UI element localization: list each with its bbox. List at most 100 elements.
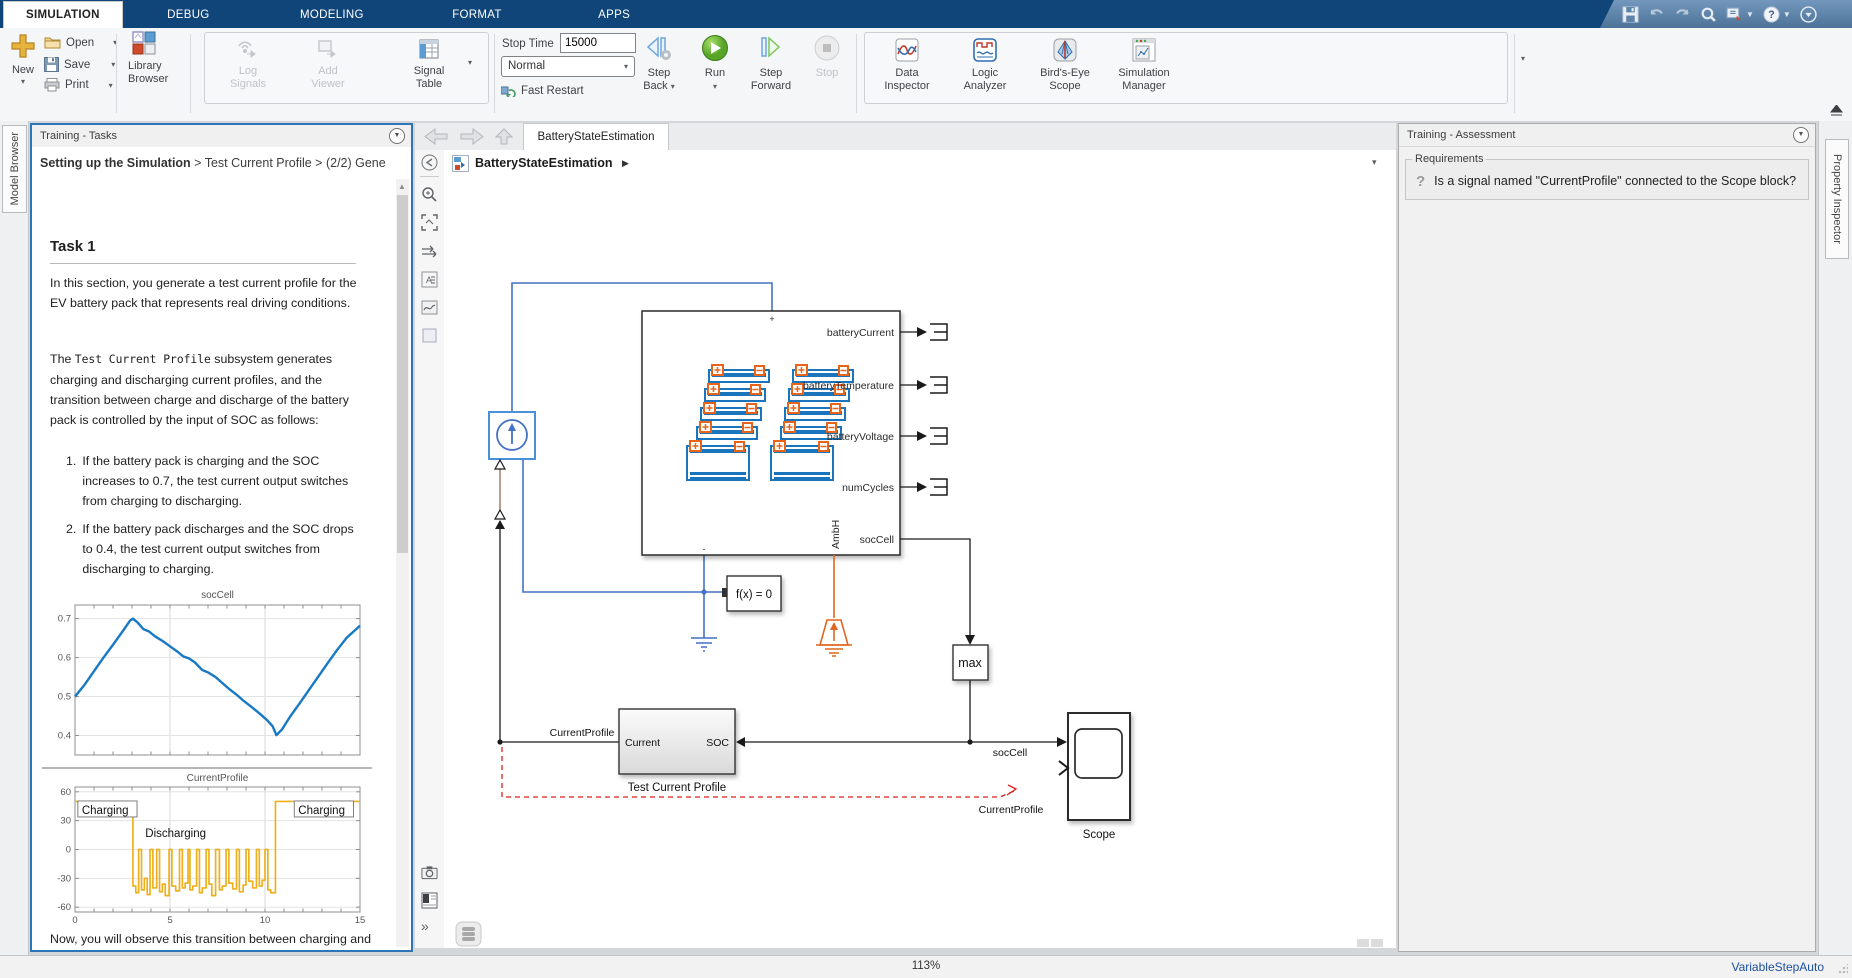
redo-icon[interactable] bbox=[1674, 6, 1691, 23]
search-icon[interactable] bbox=[1700, 6, 1717, 23]
property-inspector-tab[interactable]: Property Inspector bbox=[1825, 139, 1849, 259]
fast-restart-toggle[interactable]: Fast Restart bbox=[501, 84, 584, 97]
outport-batterycurrent[interactable] bbox=[900, 324, 947, 340]
current-control-wire[interactable] bbox=[495, 460, 505, 742]
step-forward-button[interactable]: StepForward bbox=[746, 34, 796, 93]
step-back-button[interactable]: StepBack ▾ bbox=[636, 34, 682, 93]
tasks-scrollbar[interactable]: ▲ bbox=[396, 179, 409, 947]
save-button[interactable]: Save▾ bbox=[44, 57, 115, 72]
tab-apps[interactable]: APPS bbox=[576, 2, 652, 28]
hide-explorer-icon[interactable] bbox=[421, 154, 438, 171]
main-area: Model Browser Training - Tasks ▼ Setting… bbox=[0, 121, 1852, 955]
tasks-scrollbar-thumb[interactable] bbox=[397, 195, 408, 553]
outport-numcycles[interactable] bbox=[900, 479, 947, 495]
assessment-panel-header[interactable]: Training - Assessment ▼ bbox=[1399, 124, 1815, 147]
zoom-in-icon[interactable] bbox=[421, 186, 438, 203]
stop-button[interactable]: Stop bbox=[806, 34, 848, 80]
currentprofile-signal-label[interactable]: CurrentProfile bbox=[550, 727, 615, 739]
sparkline-icon[interactable] bbox=[421, 299, 438, 316]
tab-debug[interactable]: DEBUG bbox=[145, 2, 231, 28]
outport-batterytemperature[interactable] bbox=[900, 377, 947, 393]
viewmark-icon[interactable] bbox=[421, 327, 438, 344]
tasks-collapse-icon[interactable]: ▼ bbox=[389, 128, 405, 144]
dock-expand-icon[interactable] bbox=[1830, 105, 1843, 116]
zoom-level: 113% bbox=[912, 960, 941, 972]
step-back-caret[interactable]: ▾ bbox=[671, 82, 675, 91]
minimize-toolstrip-icon[interactable] bbox=[1800, 6, 1817, 23]
open-folder-icon bbox=[44, 36, 61, 49]
birdseye-scope-button[interactable]: Bird's-EyeScope bbox=[1034, 38, 1096, 93]
ribbon-overflow-caret[interactable]: ▾ bbox=[1521, 54, 1525, 63]
scrollbar-corner[interactable] bbox=[1357, 939, 1383, 947]
task-paragraph-1: In this section, you generate a test cur… bbox=[50, 273, 375, 313]
open-button[interactable]: Open▾ bbox=[44, 36, 117, 49]
tab-simulation[interactable]: SIMULATION bbox=[3, 1, 123, 29]
svg-text:15: 15 bbox=[355, 915, 366, 924]
assessment-collapse-icon[interactable]: ▼ bbox=[1793, 127, 1809, 143]
svg-text:0.7: 0.7 bbox=[58, 614, 71, 625]
model-browser-tab[interactable]: Model Browser bbox=[2, 125, 27, 213]
doc-tab-batterystateestimation[interactable]: BatteryStateEstimation bbox=[523, 123, 669, 151]
new-caret[interactable]: ▾ bbox=[8, 77, 38, 86]
block-diagram: batteryCurrent batteryTemperature batter… bbox=[444, 178, 1396, 948]
max-block-label: max bbox=[958, 656, 982, 670]
stop-time-input[interactable] bbox=[560, 33, 636, 53]
soccell-wire[interactable] bbox=[745, 539, 1057, 742]
svg-text:30: 30 bbox=[60, 816, 71, 827]
soccell-signal-label[interactable]: socCell bbox=[993, 747, 1027, 759]
prepare-gallery-caret[interactable]: ▾ bbox=[468, 58, 472, 67]
scroll-up-icon[interactable]: ▲ bbox=[398, 182, 406, 191]
back-arrow-icon[interactable] bbox=[423, 128, 449, 145]
fit-to-view-icon[interactable] bbox=[421, 214, 438, 231]
library-browser-button[interactable]: LibraryBrowser bbox=[128, 31, 160, 86]
print-button[interactable]: Print▾ bbox=[44, 78, 113, 92]
forward-arrow-icon[interactable] bbox=[459, 128, 485, 145]
simulation-manager-button[interactable]: SimulationManager bbox=[1112, 38, 1176, 93]
solver-indicator[interactable]: VariableStepAuto bbox=[1731, 960, 1824, 974]
tasks-breadcrumb[interactable]: Setting up the Simulation > Test Current… bbox=[32, 147, 411, 179]
outport-batteryvoltage[interactable] bbox=[900, 428, 947, 444]
proposed-connection-dashed[interactable] bbox=[502, 747, 1016, 797]
breadcrumb-model-name[interactable]: BatteryStateEstimation bbox=[475, 156, 613, 170]
screenshot-icon[interactable] bbox=[1726, 6, 1743, 23]
dashed-signal-label: CurrentProfile bbox=[979, 804, 1044, 816]
save-icon[interactable] bbox=[1622, 6, 1639, 23]
scope-input2-port[interactable] bbox=[1059, 761, 1068, 775]
breadcrumb-dropdown-caret[interactable]: ▾ bbox=[1372, 157, 1377, 168]
signal-table-button[interactable]: SignalTable bbox=[403, 38, 455, 91]
expand-palette-icon[interactable]: » bbox=[421, 918, 429, 934]
signal-routing-icon[interactable] bbox=[421, 243, 438, 260]
sim-mode-select[interactable]: Normal▾ bbox=[501, 56, 635, 77]
print-caret[interactable]: ▾ bbox=[109, 81, 113, 90]
data-inspector-button[interactable]: DataInspector bbox=[878, 38, 936, 93]
resize-grip[interactable] bbox=[1838, 964, 1848, 974]
controlled-current-source-block[interactable] bbox=[489, 412, 535, 459]
ambient-temperature-source[interactable] bbox=[816, 555, 852, 656]
new-button[interactable]: New ▾ bbox=[8, 33, 38, 86]
diagram-canvas[interactable]: batteryCurrent batteryTemperature batter… bbox=[444, 178, 1396, 948]
undo-icon[interactable] bbox=[1648, 6, 1665, 23]
add-viewer-icon bbox=[315, 38, 341, 60]
help-icon[interactable]: ? bbox=[1763, 6, 1780, 23]
model-data-editor-button[interactable] bbox=[456, 922, 481, 946]
screenshot-camera-icon[interactable] bbox=[421, 864, 438, 881]
tab-format[interactable]: FORMAT bbox=[430, 2, 524, 28]
run-caret[interactable]: ▾ bbox=[713, 82, 717, 91]
up-arrow-icon[interactable] bbox=[495, 128, 513, 145]
help-caret[interactable]: ▼ bbox=[1783, 10, 1791, 19]
run-button[interactable]: Run▾ bbox=[694, 34, 736, 93]
svg-text:0.6: 0.6 bbox=[58, 653, 71, 664]
screenshot-caret[interactable]: ▼ bbox=[1746, 10, 1754, 19]
log-signals-button[interactable]: LogSignals bbox=[222, 38, 274, 91]
tasks-panel-header[interactable]: Training - Tasks ▼ bbox=[32, 125, 411, 148]
logic-analyzer-button[interactable]: LogicAnalyzer bbox=[956, 38, 1014, 93]
tab-modeling[interactable]: MODELING bbox=[278, 2, 386, 28]
annotation-icon[interactable]: A bbox=[421, 271, 438, 288]
svg-text:batteryTemperature: batteryTemperature bbox=[803, 380, 894, 392]
subsystem-badge-icon[interactable] bbox=[421, 892, 438, 909]
wire-junction-dot bbox=[701, 589, 706, 594]
tasks-panel-title: Training - Tasks bbox=[40, 130, 117, 142]
svg-text:0.5: 0.5 bbox=[58, 692, 71, 703]
save-caret[interactable]: ▾ bbox=[111, 60, 115, 69]
add-viewer-button[interactable]: AddViewer bbox=[302, 38, 354, 91]
